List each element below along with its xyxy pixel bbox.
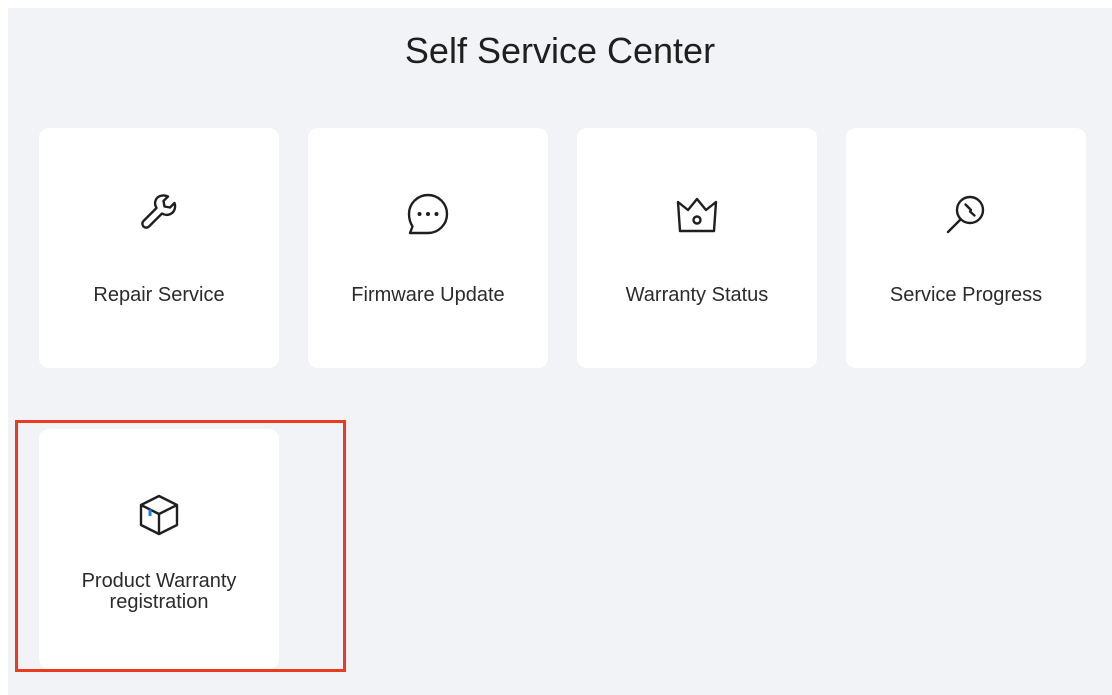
label-line-1: Product Warranty — [81, 570, 237, 592]
service-progress-card[interactable]: Service Progress — [846, 128, 1086, 368]
chat-bubble-icon — [404, 190, 452, 238]
wrench-icon — [135, 190, 183, 238]
warranty-status-label: Warranty Status — [625, 284, 769, 306]
label-line-2: registration — [109, 591, 209, 613]
page-title: Self Service Center — [404, 30, 716, 71]
self-service-page: Self Service Center Repair Service Firmw… — [8, 8, 1112, 695]
product-warranty-registration-card[interactable]: Product Warranty registration — [39, 429, 279, 669]
service-progress-label: Service Progress — [889, 284, 1043, 306]
product-warranty-registration-label: Product Warranty registration — [39, 571, 279, 613]
firmware-update-label: Firmware Update — [351, 284, 505, 306]
firmware-update-card[interactable]: Firmware Update — [308, 128, 548, 368]
repair-service-card[interactable]: Repair Service — [39, 128, 279, 368]
magnifier-icon — [942, 190, 990, 238]
repair-service-label: Repair Service — [93, 284, 225, 306]
crown-icon — [673, 190, 721, 238]
box-icon — [135, 491, 183, 539]
warranty-status-card[interactable]: Warranty Status — [577, 128, 817, 368]
